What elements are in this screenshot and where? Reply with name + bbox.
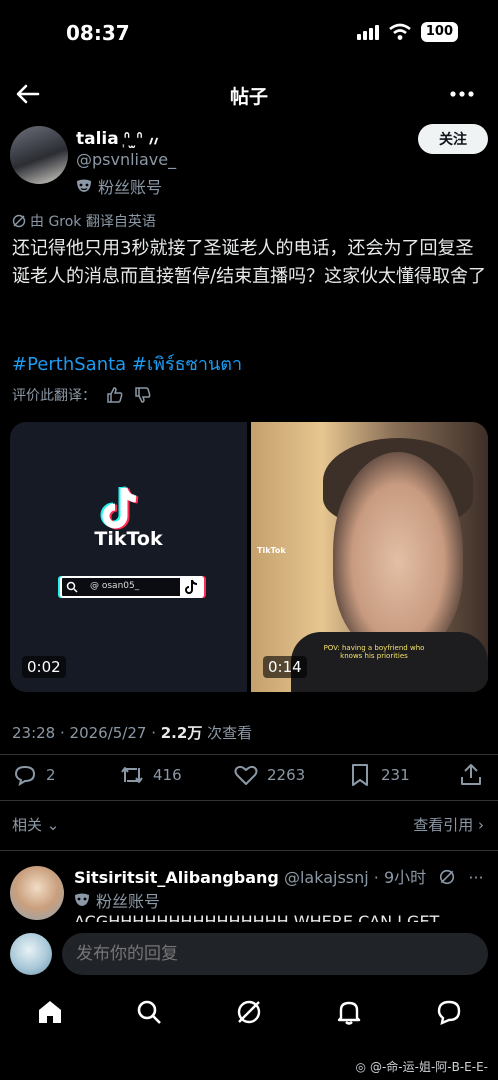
chevron-down-icon: ⌄ bbox=[46, 816, 60, 834]
messages-icon[interactable] bbox=[435, 998, 463, 1026]
reply-author-name[interactable]: Sitsiritsit_Alibangbang bbox=[74, 868, 279, 887]
battery-indicator: 100 bbox=[420, 22, 458, 42]
grok-icon[interactable] bbox=[439, 869, 455, 885]
tiktok-search-box: @ osan05_ bbox=[60, 576, 204, 598]
tiktok-wordmark: TikTok bbox=[94, 528, 163, 550]
search-icon bbox=[66, 581, 78, 593]
post-meta: 23:28 · 2026/5/27 · 2.2万 次查看 bbox=[12, 722, 252, 743]
notifications-bell-icon[interactable] bbox=[335, 998, 363, 1026]
fan-account-badge: 粉丝账号 bbox=[76, 174, 162, 198]
chevron-right-icon: › bbox=[478, 816, 484, 834]
post-media: TikTok @ osan05_ 0:02 TikTok POV: having… bbox=[10, 422, 488, 692]
hashtags[interactable]: #PerthSanta #เพิร์ธซานตา bbox=[12, 349, 242, 378]
view-count: 2.2万 bbox=[160, 724, 203, 742]
grok-icon[interactable] bbox=[235, 998, 263, 1026]
video-thumbnail-1[interactable]: TikTok @ osan05_ 0:02 bbox=[10, 422, 247, 692]
reply-fan-label: 粉丝账号 bbox=[96, 892, 161, 911]
reply-text: ACGHHHHHHHHHHHHHHH WHERE CAN I GET bbox=[74, 912, 440, 922]
person-shirt bbox=[291, 632, 488, 692]
view-quotes-link[interactable]: 查看引用 › bbox=[413, 814, 484, 835]
related-toggle[interactable]: 相关 ⌄ bbox=[12, 814, 59, 835]
rate-translation: 评价此翻译： bbox=[12, 385, 152, 405]
author-handle[interactable]: @psvnliave_ bbox=[76, 150, 176, 169]
related-label: 相关 bbox=[12, 816, 43, 834]
share-action[interactable] bbox=[458, 762, 484, 788]
tiktok-tag: TikTok bbox=[257, 546, 286, 555]
post-text: 还记得他只用3秒就接了圣诞老人的电话，还会为了回复圣诞老人的消息而直接暂停/结束… bbox=[12, 238, 487, 287]
reply-action[interactable]: 2 bbox=[12, 762, 56, 788]
repost-icon bbox=[121, 767, 143, 783]
reply-fan-badge: 粉丝账号 bbox=[74, 888, 160, 912]
my-avatar bbox=[10, 933, 52, 975]
like-count: 2263 bbox=[267, 766, 306, 784]
reply-meta: @lakajssnj · 9小时 bbox=[278, 868, 427, 887]
page-title: 帖子 bbox=[229, 86, 268, 108]
tiktok-logo-icon bbox=[100, 486, 139, 530]
status-icons: 100 bbox=[356, 22, 458, 42]
reply-avatar[interactable] bbox=[10, 866, 64, 920]
post-timestamp: 23:28 · 2026/5/27 · bbox=[12, 724, 161, 742]
pov-caption: POV: having a boyfriend who knows his pr… bbox=[323, 644, 425, 660]
fan-account-label: 粉丝账号 bbox=[98, 178, 163, 197]
video-duration: 0:14 bbox=[263, 656, 307, 678]
watermark-text: @-命-运-姐-阿-B-E-E- bbox=[369, 1060, 488, 1074]
status-bar: 08:37 100 bbox=[0, 0, 498, 66]
video-duration: 0:02 bbox=[22, 656, 66, 678]
reply-header: Sitsiritsit_Alibangbang @lakajssnj · 9小时… bbox=[74, 864, 484, 888]
status-time: 08:37 bbox=[66, 21, 130, 45]
bookmark-icon bbox=[352, 764, 368, 786]
tiktok-note-icon bbox=[180, 576, 202, 598]
repost-action[interactable]: 416 bbox=[119, 762, 182, 788]
author-avatar[interactable] bbox=[10, 126, 68, 184]
action-bar: 2 416 2263 231 bbox=[12, 762, 486, 788]
translation-note: 由 Grok 翻译自英语 bbox=[12, 211, 156, 231]
tiktok-search-text: @ osan05_ bbox=[90, 581, 140, 591]
rate-translation-label: 评价此翻译： bbox=[12, 388, 96, 404]
divider bbox=[0, 800, 498, 801]
compose-bar bbox=[0, 926, 498, 986]
post-author: talia ᷂ᐢ ̫ᐢ ៸៸ @psvnliave_ 粉丝账号 关注 bbox=[10, 124, 490, 206]
person-face bbox=[333, 452, 463, 652]
author-name[interactable]: talia ᷂ᐢ ̫ᐢ ៸៸ bbox=[76, 126, 158, 149]
thumbs-down-icon[interactable] bbox=[134, 386, 152, 404]
grok-icon bbox=[12, 214, 26, 228]
top-bar: 帖子 bbox=[0, 66, 498, 122]
bookmark-action[interactable]: 231 bbox=[347, 762, 410, 788]
repost-count: 416 bbox=[153, 766, 182, 784]
reply-input[interactable] bbox=[62, 933, 488, 975]
like-action[interactable]: 2263 bbox=[233, 762, 305, 788]
thumbs-up-icon[interactable] bbox=[106, 386, 124, 404]
home-icon[interactable] bbox=[36, 998, 64, 1026]
divider bbox=[0, 754, 498, 755]
video-thumbnail-2[interactable]: TikTok POV: having a boyfriend who knows… bbox=[251, 422, 488, 692]
signal-icon bbox=[356, 25, 379, 40]
mask-icon bbox=[77, 179, 91, 192]
more-options-icon[interactable]: ··· bbox=[468, 868, 483, 887]
more-options-icon[interactable] bbox=[448, 82, 476, 106]
share-icon bbox=[461, 764, 481, 785]
follow-button[interactable]: 关注 bbox=[418, 124, 488, 154]
translation-note-text: 由 Grok 翻译自英语 bbox=[30, 214, 156, 230]
watermark: ◎ @-命-运-姐-阿-B-E-E- bbox=[355, 1058, 488, 1075]
view-quotes-label: 查看引用 bbox=[413, 816, 474, 834]
search-icon[interactable] bbox=[135, 998, 163, 1026]
heart-icon bbox=[234, 765, 258, 785]
reply-count: 2 bbox=[46, 766, 56, 784]
reply-icon bbox=[14, 765, 36, 787]
view-label: 次查看 bbox=[202, 724, 253, 742]
reply-item[interactable]: Sitsiritsit_Alibangbang @lakajssnj · 9小时… bbox=[10, 858, 490, 922]
mask-icon bbox=[75, 893, 89, 906]
weibo-icon: ◎ bbox=[355, 1059, 366, 1074]
bookmark-count: 231 bbox=[381, 766, 410, 784]
divider bbox=[0, 850, 498, 851]
wifi-icon bbox=[389, 23, 411, 40]
